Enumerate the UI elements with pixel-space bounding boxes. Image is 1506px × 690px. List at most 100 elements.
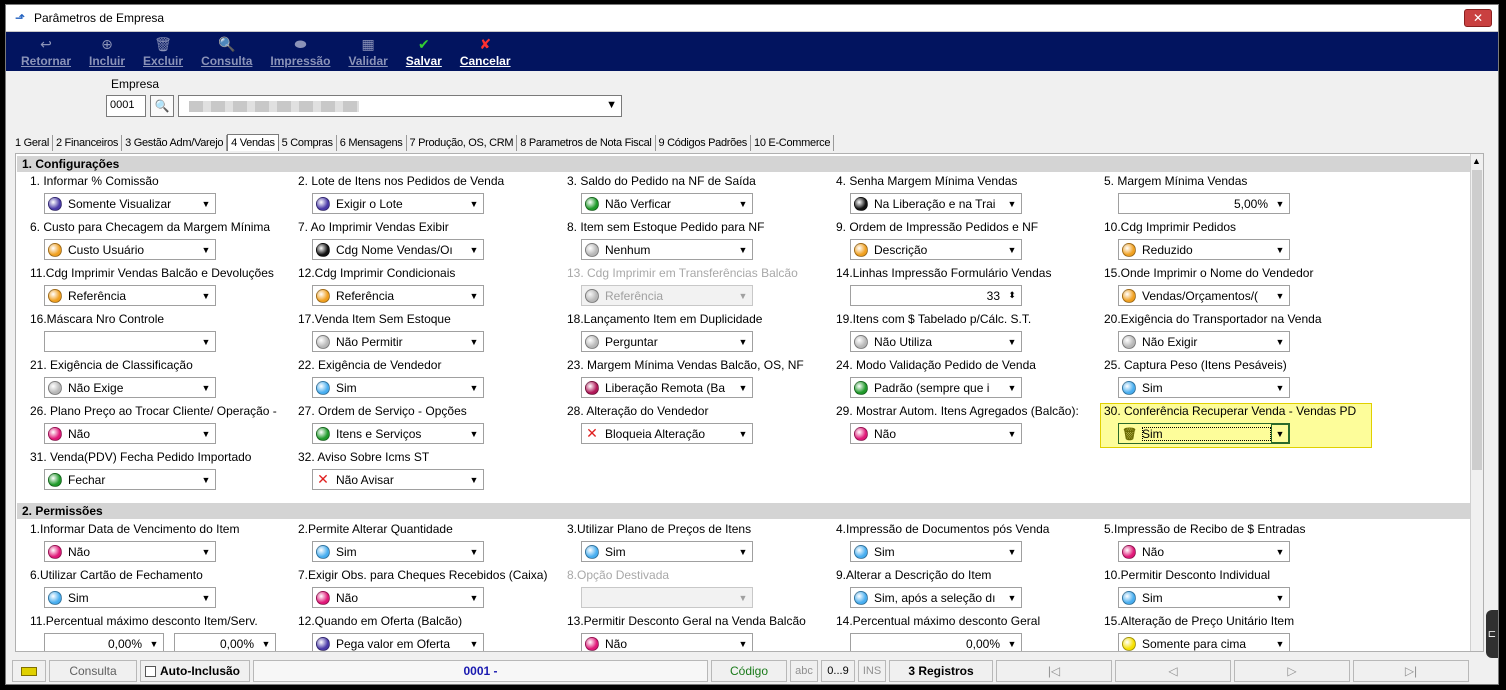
option-dropdown[interactable]: Itens e Serviços ▼ <box>312 423 484 444</box>
chevron-down-icon[interactable]: ▼ <box>465 199 483 209</box>
percent-input[interactable]: 0,00% ▼ <box>174 633 276 651</box>
tab-4[interactable]: 4 Vendas <box>227 134 279 151</box>
scroll-thumb[interactable] <box>1472 170 1482 470</box>
tab-3[interactable]: 3 Gestão Adm/Varejo <box>122 135 228 151</box>
nav-first-button[interactable]: |◁ <box>996 660 1112 682</box>
chevron-down-icon[interactable]: ▼ <box>197 383 215 393</box>
option-dropdown[interactable]: Sim ▼ <box>312 377 484 398</box>
option-dropdown[interactable]: Liberação Remota (Ba ▼ <box>581 377 753 398</box>
tab-8[interactable]: 8 Parametros de Nota Fiscal <box>517 135 656 151</box>
chevron-down-icon[interactable]: ▼ <box>465 593 483 603</box>
chevron-down-icon[interactable]: ▼ <box>734 337 752 347</box>
chevron-down-icon[interactable]: ▼ <box>257 639 275 649</box>
retornar-button[interactable]: ↩ Retornar <box>12 36 80 68</box>
option-dropdown[interactable]: Não ▼ <box>850 423 1022 444</box>
chevron-down-icon[interactable]: ▼ <box>197 337 215 347</box>
option-dropdown[interactable]: Sim ▼ <box>312 541 484 562</box>
option-dropdown[interactable]: Exigir o Lote ▼ <box>312 193 484 214</box>
chevron-down-icon[interactable]: ▼ <box>197 547 215 557</box>
tab-7[interactable]: 7 Produção, OS, CRM <box>407 135 518 151</box>
cancelar-button[interactable]: ✘ Cancelar <box>451 36 520 68</box>
option-dropdown[interactable]: Descrição ▼ <box>850 239 1022 260</box>
incluir-button[interactable]: ⊕ Incluir <box>80 36 134 68</box>
chevron-down-icon[interactable]: ▼ <box>1003 429 1021 439</box>
option-dropdown[interactable]: Não Utiliza ▼ <box>850 331 1022 352</box>
chevron-down-icon[interactable]: ▼ <box>1271 291 1289 301</box>
option-dropdown[interactable]: Vendas/Orçamentos/(▼ <box>1118 285 1290 306</box>
chevron-down-icon[interactable]: ▼ <box>465 475 483 485</box>
option-dropdown[interactable]: 0,00% ▼ <box>850 633 1022 651</box>
option-dropdown[interactable]: 5,00% ▼ <box>1118 193 1290 214</box>
option-dropdown[interactable]: Somente para cima ▼ <box>1118 633 1290 651</box>
option-dropdown[interactable]: Reduzido ▼ <box>1118 239 1290 260</box>
scroll-up-icon[interactable]: ▲ <box>1472 156 1481 166</box>
option-dropdown[interactable]: Sim, após a seleção dı ▼ <box>850 587 1022 608</box>
chevron-down-icon[interactable]: ▼ <box>197 593 215 603</box>
option-dropdown[interactable]: Na Liberação e na Trai ▼ <box>850 193 1022 214</box>
option-dropdown[interactable]: ✕ Bloqueia Alteração ▼ <box>581 423 753 444</box>
option-dropdown[interactable]: Não Exigir ▼ <box>1118 331 1290 352</box>
option-dropdown[interactable]: Não ▼ <box>44 541 216 562</box>
close-button[interactable]: ✕ <box>1464 9 1492 27</box>
chevron-down-icon[interactable]: ▼ <box>465 383 483 393</box>
chevron-down-icon[interactable]: ▼ <box>1271 639 1289 649</box>
chevron-down-icon[interactable]: ▼ <box>1003 383 1021 393</box>
chevron-down-icon[interactable]: ▼ <box>465 639 483 649</box>
option-dropdown[interactable]: Referência ▼ <box>312 285 484 306</box>
salvar-button[interactable]: ✔ Salvar <box>397 36 451 68</box>
chevron-down-icon[interactable]: ▼ <box>1271 337 1289 347</box>
empresa-code-input[interactable]: 0001 <box>106 95 146 117</box>
status-codigo[interactable]: Código <box>711 660 787 682</box>
chevron-down-icon[interactable]: ▼ <box>1003 639 1021 649</box>
option-dropdown[interactable]: Nenhum ▼ <box>581 239 753 260</box>
spinner-icon[interactable]: ⬍ <box>1003 290 1021 301</box>
tab-10[interactable]: 10 E-Commerce <box>751 135 835 151</box>
option-dropdown[interactable]: 🗑 Sim ▼ <box>1118 423 1290 444</box>
chevron-down-icon[interactable]: ▼ <box>734 429 752 439</box>
auto-inclusao-checkbox[interactable]: Auto-Inclusão <box>140 660 250 682</box>
chevron-down-icon[interactable]: ▼ <box>734 639 752 649</box>
tab-5[interactable]: 5 Compras <box>279 135 337 151</box>
chevron-down-icon[interactable]: ▼ <box>465 291 483 301</box>
chevron-down-icon[interactable]: ▼ <box>197 475 215 485</box>
option-dropdown[interactable]: Cdg Nome Vendas/Oı ▼ <box>312 239 484 260</box>
option-dropdown[interactable]: ✕ Não Avisar ▼ <box>312 469 484 490</box>
number-stepper[interactable]: 33 ⬍ <box>850 285 1022 306</box>
chevron-down-icon[interactable]: ▼ <box>734 383 752 393</box>
option-dropdown[interactable]: ▼ <box>44 331 216 352</box>
chevron-down-icon[interactable]: ▼ <box>465 547 483 557</box>
option-dropdown[interactable]: Sim ▼ <box>1118 377 1290 398</box>
chevron-down-icon[interactable]: ▼ <box>465 245 483 255</box>
option-dropdown[interactable]: Não ▼ <box>312 587 484 608</box>
chevron-down-icon[interactable]: ▼ <box>1271 199 1289 209</box>
chevron-down-icon[interactable]: ▼ <box>734 199 752 209</box>
empresa-select[interactable]: ▼ <box>178 95 622 117</box>
tab-2[interactable]: 2 Financeiros <box>53 135 123 151</box>
option-dropdown[interactable]: Sim ▼ <box>850 541 1022 562</box>
option-dropdown[interactable]: Sim ▼ <box>581 541 753 562</box>
option-dropdown[interactable]: Perguntar ▼ <box>581 331 753 352</box>
chevron-down-icon[interactable]: ▼ <box>1271 424 1289 443</box>
chevron-down-icon[interactable]: ▼ <box>145 639 163 649</box>
percent-input[interactable]: 0,00% ▼ <box>44 633 164 651</box>
side-tab-handle[interactable]: ⊏ <box>1486 610 1498 658</box>
chevron-down-icon[interactable]: ▼ <box>734 291 752 301</box>
chevron-down-icon[interactable]: ▼ <box>734 245 752 255</box>
chevron-down-icon[interactable]: ▼ <box>1003 245 1021 255</box>
excluir-button[interactable]: 🗑 Excluir <box>134 36 192 68</box>
chevron-down-icon[interactable]: ▼ <box>1003 199 1021 209</box>
validar-button[interactable]: ▦ Validar <box>339 36 396 68</box>
chevron-down-icon[interactable]: ▼ <box>465 429 483 439</box>
chevron-down-icon[interactable]: ▼ <box>1271 245 1289 255</box>
tab-6[interactable]: 6 Mensagens <box>337 135 407 151</box>
chevron-down-icon[interactable]: ▼ <box>465 337 483 347</box>
chevron-down-icon[interactable]: ▼ <box>734 593 752 603</box>
option-dropdown[interactable]: Não ▼ <box>1118 541 1290 562</box>
nav-last-button[interactable]: ▷| <box>1353 660 1469 682</box>
option-dropdown[interactable]: Somente Visualizar ▼ <box>44 193 216 214</box>
chevron-down-icon[interactable]: ▼ <box>197 199 215 209</box>
nav-prev-button[interactable]: ◁ <box>1115 660 1231 682</box>
chevron-down-icon[interactable]: ▼ <box>1003 593 1021 603</box>
chevron-down-icon[interactable]: ▼ <box>1271 547 1289 557</box>
chevron-down-icon[interactable]: ▼ <box>1271 593 1289 603</box>
